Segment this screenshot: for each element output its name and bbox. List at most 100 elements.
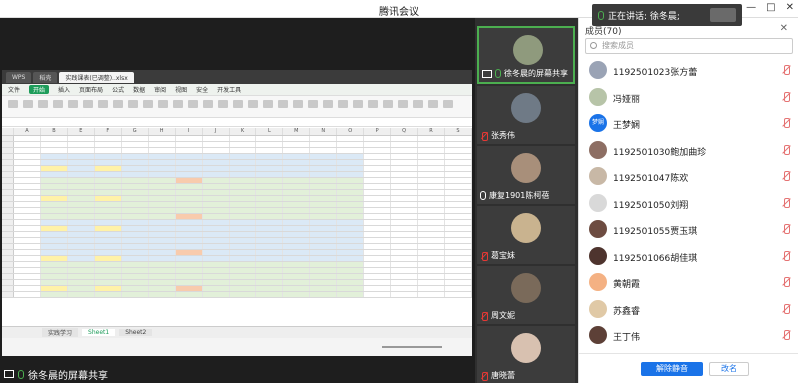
table-cell	[94, 274, 122, 279]
mic-muted-icon[interactable]	[781, 250, 791, 261]
table-cell	[202, 184, 230, 189]
video-tile[interactable]: 葛宝妹	[477, 206, 575, 264]
mic-muted-icon[interactable]	[781, 144, 791, 155]
table-cell	[148, 262, 176, 267]
mic-muted-icon[interactable]	[781, 118, 791, 128]
menu-item: 数据	[133, 87, 146, 94]
table-cell	[175, 202, 203, 207]
member-row[interactable]: 冯娅丽	[579, 85, 798, 111]
table-cell	[391, 220, 419, 225]
table-cell	[445, 286, 472, 291]
member-row[interactable]: 1192501023张方蕾	[579, 58, 798, 84]
table-cell	[364, 178, 392, 183]
table-cell	[202, 190, 230, 195]
video-tile[interactable]: 张秀伟	[477, 86, 575, 144]
table-cell	[445, 274, 472, 279]
toolbar-button	[233, 100, 243, 108]
member-search-input[interactable]: 搜索成员	[585, 38, 793, 54]
mic-muted-icon[interactable]	[781, 171, 791, 181]
member-row[interactable]: 王丁伟	[579, 323, 798, 349]
table-cell	[67, 220, 95, 225]
table-cell	[148, 286, 176, 291]
member-row[interactable]: 1192501055贾玉琪	[579, 217, 798, 243]
shared-screen[interactable]: WPS 稻壳 实践课表(已调整)..xlsx 文件 开始 插入 页面布局 公式 …	[0, 18, 475, 383]
table-cell	[256, 262, 284, 267]
mic-muted-icon[interactable]	[781, 277, 791, 287]
table-cell	[121, 142, 149, 147]
mic-muted-icon[interactable]	[781, 224, 791, 234]
table-cell	[202, 256, 230, 261]
video-tile[interactable]: 唐晓蕾	[477, 326, 575, 383]
table-cell	[283, 262, 311, 267]
table-cell	[40, 172, 68, 177]
member-row[interactable]: 1192501030鲍加曲珍	[579, 138, 798, 164]
table-cell	[67, 166, 95, 171]
table-cell	[418, 148, 445, 153]
table-cell	[14, 154, 41, 159]
spreadsheet-toolbar	[2, 96, 472, 118]
member-row[interactable]: 1192501066胡佳琪	[579, 244, 798, 270]
close-button[interactable]: ✕	[786, 2, 794, 13]
menu-item: 文件	[8, 87, 21, 94]
menu-item: 安全	[196, 87, 209, 94]
mic-muted-icon[interactable]	[781, 91, 791, 102]
table-cell	[283, 196, 311, 201]
mic-muted-icon[interactable]	[781, 197, 791, 208]
table-cell	[67, 262, 95, 267]
toolbar-button	[188, 100, 198, 108]
table-cell	[256, 142, 284, 147]
table-cell	[445, 280, 472, 285]
table-cell	[337, 214, 365, 219]
video-tile[interactable]: 康复1901陈柯蓓	[477, 146, 575, 204]
share-owner-label: 徐冬晨的屏幕共享	[28, 370, 108, 382]
mic-muted-icon[interactable]	[781, 330, 791, 340]
table-cell	[121, 214, 149, 219]
member-row[interactable]: 梦娴 王梦娴	[579, 111, 798, 137]
table-cell	[121, 226, 149, 231]
mic-muted-icon[interactable]	[781, 303, 791, 314]
toolbar-button	[218, 100, 228, 108]
table-cell	[121, 286, 149, 291]
table-cell	[40, 232, 68, 237]
table-cell	[364, 286, 392, 291]
table-cell	[310, 154, 338, 159]
unmute-button[interactable]: 解除静音	[641, 362, 703, 376]
toolbar-button	[308, 100, 318, 108]
panel-close-button[interactable]: ✕	[780, 23, 788, 34]
table-cell	[337, 142, 365, 147]
screen-share-icon	[482, 69, 492, 78]
member-row[interactable]: 苏鑫睿	[579, 297, 798, 323]
table-cell	[175, 274, 203, 279]
mic-muted-icon[interactable]	[781, 65, 791, 75]
rename-button[interactable]: 改名	[709, 362, 749, 376]
table-cell	[202, 208, 230, 213]
column-label: N	[310, 128, 338, 135]
table-cell	[229, 208, 257, 213]
minimize-button[interactable]: —	[746, 2, 756, 13]
table-cell	[202, 292, 230, 297]
video-tile[interactable]: 周文妮	[477, 266, 575, 324]
table-cell	[337, 238, 365, 243]
member-name: 苏鑫睿	[613, 306, 641, 317]
member-row[interactable]: 黄朝霞	[579, 270, 798, 296]
table-cell	[94, 184, 122, 189]
table-cell	[229, 166, 257, 171]
maximize-button[interactable]: □	[766, 2, 775, 13]
zoom-slider	[382, 346, 442, 348]
table-cell	[310, 190, 338, 195]
avatar	[589, 326, 607, 344]
table-cell	[229, 256, 257, 261]
member-row[interactable]: 1192501047陈欢	[579, 164, 798, 190]
toolbar-button	[23, 100, 33, 108]
participant-name: 康复1901陈柯蓓	[489, 191, 550, 200]
table-cell	[94, 286, 122, 291]
member-row[interactable]: 1192501050刘翔	[579, 191, 798, 217]
table-cell	[283, 250, 311, 255]
toolbar-button	[8, 100, 18, 108]
table-cell	[148, 184, 176, 189]
table-cell	[67, 196, 95, 201]
toolbar-button	[338, 100, 348, 108]
video-tile[interactable]: 徐冬晨的屏幕共享	[477, 26, 575, 84]
table-cell	[94, 292, 122, 297]
table-cell	[391, 190, 419, 195]
